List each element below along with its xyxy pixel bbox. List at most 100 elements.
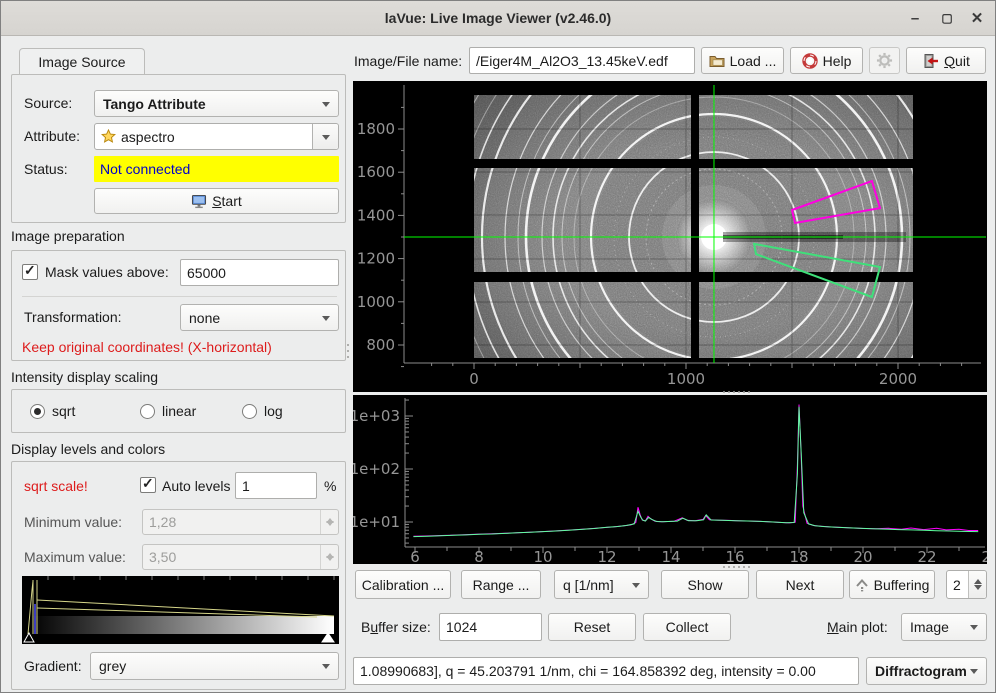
percent-label: % [324,478,336,494]
gear-icon [876,52,893,69]
panel-splitter[interactable] [347,344,349,358]
svg-text:6: 6 [410,548,420,564]
svg-text:18: 18 [789,548,808,564]
scale-note: sqrt scale! [24,478,88,494]
levels-histogram[interactable] [22,576,339,644]
attribute-combo[interactable]: aspectro [94,123,339,150]
lifebuoy-icon [802,53,818,69]
help-button[interactable]: Help [790,47,863,74]
show-button[interactable]: Show [661,570,749,599]
transformation-combo[interactable]: none [180,304,339,331]
section-display-levels: Display levels and colors [11,441,165,457]
mask-value-input[interactable]: 65000 [180,259,339,286]
radio-sqrt-label: sqrt [52,403,75,419]
main-plot-label: Main plot: [827,619,888,635]
status-label: Status: [24,161,68,177]
start-button[interactable]: Start [94,188,339,214]
app-window: laVue: Live Image Viewer (v2.46.0) – ▢ ✕… [0,0,996,693]
divider [22,296,337,297]
svg-text:800: 800 [366,336,395,354]
load-button[interactable]: Load ... [701,47,784,74]
tab-image-source[interactable]: Image Source [19,48,145,75]
svg-text:10: 10 [533,548,552,564]
buffer-size-label: Buffer size: [361,619,431,635]
chevron-down-icon [632,583,640,592]
maximum-spinbox[interactable]: 3,50 [142,544,339,570]
chevron-down-icon [322,316,330,325]
svg-text:16: 16 [725,548,744,564]
svg-text:2000: 2000 [879,370,917,388]
chevron-down-icon [322,664,330,673]
spinner-arrows-icon[interactable] [320,510,338,534]
svg-text:8: 8 [474,548,484,564]
radio-log[interactable] [242,404,257,419]
section-image-preparation: Image preparation [11,228,125,244]
folder-icon [709,54,725,68]
radio-linear[interactable] [140,404,155,419]
titlebar[interactable]: laVue: Live Image Viewer (v2.46.0) – ▢ ✕ [1,1,995,36]
svg-text:20: 20 [853,548,872,564]
radio-linear-label: linear [162,403,196,419]
gradient-combo[interactable]: grey [90,652,339,680]
gradient-label: Gradient: [24,658,82,674]
svg-text:1000: 1000 [667,370,705,388]
attribute-combo-arrow[interactable] [312,124,338,149]
auto-levels-label: Auto levels [162,478,230,494]
image-source-panel: Source: Tango Attribute Attribute: aspec… [11,74,346,223]
next-button[interactable]: Next [756,570,844,599]
buffering-button[interactable]: Buffering [849,570,935,599]
quit-button[interactable]: Quit [906,47,986,74]
units-combo[interactable]: q [1/nm] [554,570,649,599]
svg-text:1600: 1600 [357,163,395,181]
section-intensity-scaling: Intensity display scaling [11,369,158,385]
attribute-label: Attribute: [24,128,80,144]
main-content: Image Source Source: Tango Attribute Att… [1,36,995,692]
image-plot[interactable]: 18001600140012001000800010002000 [353,81,987,392]
collect-arrow-icon [855,578,869,592]
mask-label: Mask values above: [45,264,169,280]
close-button[interactable]: ✕ [961,1,993,36]
svg-text:1200: 1200 [357,250,395,268]
chevron-down-icon [322,102,330,111]
minimum-spinbox[interactable]: 1,28 [142,509,339,535]
spinner-arrows-icon[interactable] [968,571,986,598]
svg-text:1e+02: 1e+02 [353,460,400,478]
auto-levels-input[interactable]: 1 [235,472,317,499]
chevron-down-icon [970,669,978,678]
display-levels-panel: sqrt scale! Auto levels 1 % Minimum valu… [11,461,346,690]
diffractogram-plot[interactable]: 1e+011e+021e+03681012141618202224 [353,395,987,564]
calibration-button[interactable]: Calibration ... [355,570,451,599]
intensity-scaling-panel: sqrt linear log [11,389,346,433]
chevron-down-icon [970,625,978,634]
collect-button[interactable]: Collect [643,613,731,641]
maximize-button[interactable]: ▢ [931,1,963,36]
settings-button[interactable] [869,47,900,74]
toolbar-splitter[interactable] [723,566,750,568]
svg-text:1e+03: 1e+03 [353,407,400,425]
auto-levels-checkbox[interactable] [140,477,156,493]
mask-checkbox[interactable] [22,264,38,280]
monitor-icon [191,194,207,209]
file-name-label: Image/File name: [354,53,462,69]
window-title: laVue: Live Image Viewer (v2.46.0) [1,1,995,36]
buffer-size-input[interactable]: 1024 [439,613,542,641]
range-button[interactable]: Range ... [461,570,541,599]
pointer-status-field[interactable]: 1.08990683], q = 45.203791 1/nm, chi = 1… [353,657,859,685]
file-name-input[interactable]: /Eiger4M_Al2O3_13.45keV.edf [469,47,695,74]
svg-text:14: 14 [661,548,680,564]
plot-splitter[interactable] [723,391,750,393]
source-combo[interactable]: Tango Attribute [94,90,339,117]
reset-button[interactable]: Reset [548,613,636,641]
main-plot-combo[interactable]: Image [901,613,987,641]
coordinates-warning: Keep original coordinates! (X-horizontal… [22,339,272,355]
svg-text:24: 24 [981,548,987,564]
image-preparation-panel: Mask values above: 65000 Transformation:… [11,250,346,361]
gradient-bar[interactable] [28,616,334,634]
minimize-button[interactable]: – [899,1,931,36]
maximum-label: Maximum value: [24,549,126,565]
buffer-count-spinbox[interactable]: 2 [946,570,987,599]
radio-sqrt[interactable] [30,404,45,419]
plot-type-combo[interactable]: Diffractogram [866,657,987,685]
spinner-arrows-icon[interactable] [320,545,338,569]
transformation-label: Transformation: [24,309,122,325]
